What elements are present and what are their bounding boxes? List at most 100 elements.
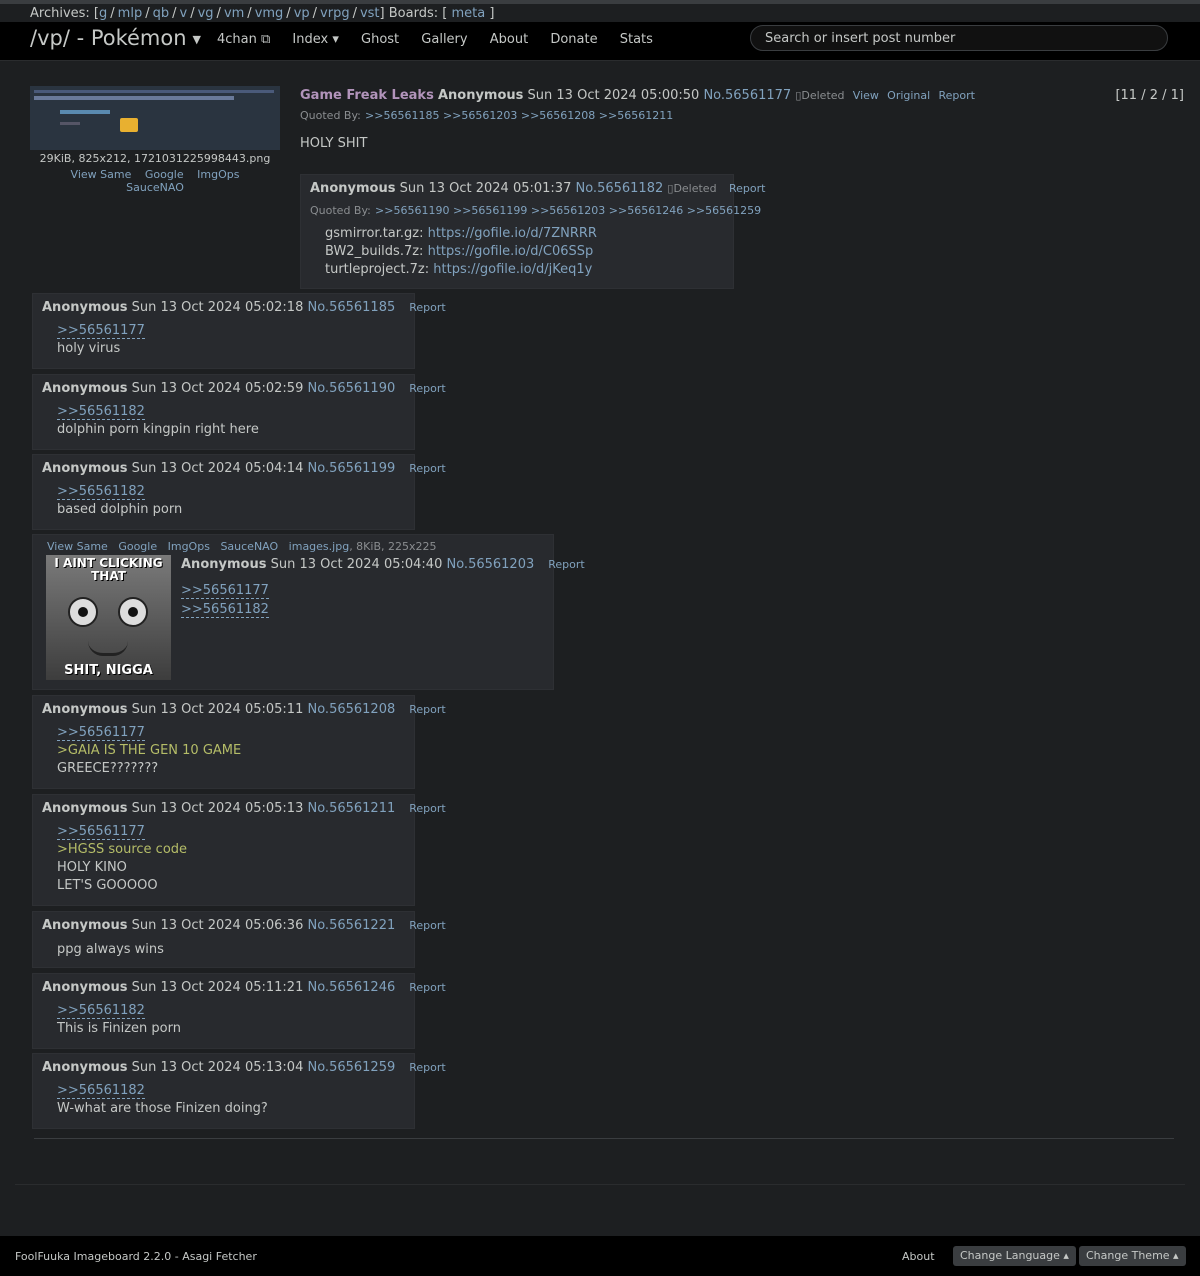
board-link-vp[interactable]: vp [294,6,310,21]
report-link[interactable]: Report [409,382,445,395]
board-link-g[interactable]: g [99,6,107,21]
deleted-badge: ▯Deleted [795,89,845,102]
search-input[interactable]: Search or insert post number [750,25,1168,51]
board-link-vg[interactable]: vg [198,6,214,21]
op-file-links: View Same Google ImgOps SauceNAO [30,168,280,194]
post-number[interactable]: No.56561246 [307,980,395,995]
report-link[interactable]: Report [409,802,445,815]
quote-link[interactable]: >>56561177 [181,583,269,599]
footer-about-link[interactable]: About [902,1250,935,1263]
post-date: Sun 13 Oct 2024 05:04:14 [131,461,304,476]
imgops-link[interactable]: ImgOps [197,168,239,181]
view-link[interactable]: View [853,89,879,102]
board-link-vmg[interactable]: vmg [255,6,284,21]
post-date: Sun 13 Oct 2024 05:13:04 [131,1060,304,1075]
nav-4chan[interactable]: 4chan ⧉ [217,32,270,47]
post-date: Sun 13 Oct 2024 05:00:50 [527,88,700,103]
view-same-link[interactable]: View Same [71,168,132,181]
engine-credit: FoolFuuka Imageboard 2.2.0 - Asagi Fetch… [15,1250,257,1263]
thread-divider [34,1138,1174,1139]
board-link-mlp[interactable]: mlp [118,6,143,21]
poster-name: Anonymous [42,381,128,396]
op-thumbnail[interactable] [30,86,280,150]
post-body: HOLY SHIT [300,136,368,151]
post-number[interactable]: No.56561221 [307,918,395,933]
google-link[interactable]: Google [118,540,157,553]
change-theme-button[interactable]: Change Theme ▴ [1079,1246,1186,1266]
post-text: dolphin porn kingpin right here [57,422,259,437]
quote-link[interactable]: >>56561182 [57,484,145,500]
footer: FoolFuuka Imageboard 2.2.0 - Asagi Fetch… [0,1236,1200,1276]
post-date: Sun 13 Oct 2024 05:06:36 [131,918,304,933]
poster-name: Anonymous [181,557,267,572]
view-same-link[interactable]: View Same [47,540,108,553]
saucenao-link[interactable]: SauceNAO [220,540,278,553]
quote-link[interactable]: >>56561182 [181,602,269,618]
post-number[interactable]: No.56561203 [446,557,534,572]
google-link[interactable]: Google [145,168,184,181]
poster-name: Anonymous [42,702,128,717]
boards-label: Boards: [388,6,439,21]
quote-link[interactable]: >>56561177 [57,323,145,339]
nav-gallery[interactable]: Gallery [421,32,467,47]
main-nav: 4chan ⧉ Index ▾ Ghost Gallery About Dona… [217,32,671,47]
report-link[interactable]: Report [729,182,765,195]
board-link-vst[interactable]: vst [360,6,380,21]
board-title[interactable]: /vp/ - Pokémon ▼ [30,26,201,50]
board-link-vm[interactable]: vm [224,6,244,21]
reply-thumbnail[interactable]: I AINT CLICKING THAT SHIT, NIGGA [46,555,171,680]
quote-link[interactable]: >>56561182 [57,1083,145,1099]
post-number[interactable]: No.56561190 [307,381,395,396]
post-date: Sun 13 Oct 2024 05:11:21 [131,980,304,995]
nav-donate[interactable]: Donate [550,32,597,47]
board-link-meta[interactable]: meta [451,6,485,21]
reply-post: Anonymous Sun 13 Oct 2024 05:05:11 No.56… [32,695,446,789]
poster-name: Anonymous [42,300,128,315]
report-link[interactable]: Report [409,981,445,994]
saucenao-link[interactable]: SauceNAO [126,181,184,194]
report-link[interactable]: Report [409,1061,445,1074]
gofile-link[interactable]: https://gofile.io/d/C06SSp [428,244,594,259]
reply-post: Anonymous Sun 13 Oct 2024 05:11:21 No.56… [32,973,446,1049]
report-link[interactable]: Report [409,919,445,932]
quoted-by-links[interactable]: >>56561185 >>56561203 >>56561208 >>56561… [365,109,673,122]
gofile-link[interactable]: https://gofile.io/d/jKeq1y [433,262,592,277]
board-link-qb[interactable]: qb [153,6,170,21]
nav-about[interactable]: About [490,32,528,47]
nav-ghost[interactable]: Ghost [361,32,399,47]
original-link[interactable]: Original [887,89,930,102]
board-link-vrpg[interactable]: vrpg [320,6,350,21]
nav-index[interactable]: Index ▾ [292,32,338,47]
quote-link[interactable]: >>56561177 [57,824,145,840]
post-number[interactable]: No.56561185 [307,300,395,315]
post-number[interactable]: No.56561259 [307,1060,395,1075]
post-number[interactable]: No.56561211 [307,801,395,816]
post-text: LET'S GOOOOO [57,878,158,893]
post-date: Sun 13 Oct 2024 05:05:13 [131,801,304,816]
file-info: , 8KiB, 225x225 [349,540,437,553]
post-number[interactable]: No.56561199 [307,461,395,476]
quote-link[interactable]: >>56561182 [57,404,145,420]
report-link[interactable]: Report [548,558,584,571]
change-language-button[interactable]: Change Language ▴ [953,1246,1076,1266]
post-number[interactable]: No.56561208 [307,702,395,717]
post-number[interactable]: No.56561177 [703,88,791,103]
quote-link[interactable]: >>56561177 [57,725,145,741]
poster-name: Anonymous [42,461,128,476]
gofile-link[interactable]: https://gofile.io/d/7ZNRRR [428,226,597,241]
report-link[interactable]: Report [409,703,445,716]
report-link[interactable]: Report [409,301,445,314]
quoted-by-links[interactable]: >>56561190 >>56561199 >>56561203 >>56561… [375,204,761,217]
report-link[interactable]: Report [409,462,445,475]
post-number[interactable]: No.56561182 [575,181,663,196]
quote-link[interactable]: >>56561182 [57,1003,145,1019]
poster-name: Anonymous [310,181,396,196]
imgops-link[interactable]: ImgOps [168,540,210,553]
reply-header: Anonymous Sun 13 Oct 2024 05:04:40 No.56… [181,557,585,572]
board-link-v[interactable]: v [180,6,188,21]
report-link[interactable]: Report [938,89,974,102]
nav-stats[interactable]: Stats [620,32,653,47]
poster-name: Anonymous [42,1060,128,1075]
greentext: >GAIA IS THE GEN 10 GAME [57,743,242,758]
file-name-link[interactable]: images.jpg [289,540,350,553]
